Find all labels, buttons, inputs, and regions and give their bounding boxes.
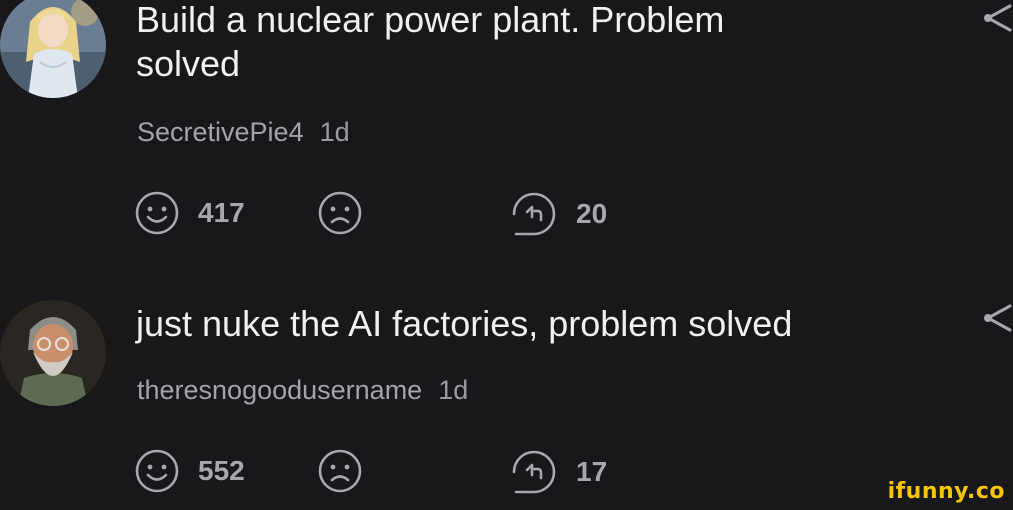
dislike-button[interactable] — [317, 190, 363, 236]
smile-icon — [135, 191, 179, 235]
like-button[interactable]: 552 — [134, 448, 245, 494]
comment-meta: SecretivePie4 1d — [137, 117, 350, 148]
like-count: 552 — [198, 455, 245, 486]
reply-button[interactable]: 17 — [510, 448, 607, 496]
comment-meta: theresnogoodusername 1d — [137, 375, 468, 406]
like-count: 417 — [198, 197, 245, 228]
frown-icon — [318, 449, 362, 493]
comment-actions: 552 17 — [134, 448, 654, 498]
username[interactable]: SecretivePie4 — [137, 117, 304, 147]
reply-icon — [512, 450, 556, 494]
reply-count: 17 — [576, 456, 608, 487]
reply-icon — [512, 192, 556, 236]
timestamp: 1d — [438, 375, 469, 405]
avatar[interactable] — [0, 0, 106, 98]
frown-icon — [318, 191, 362, 235]
timestamp: 1d — [319, 117, 350, 147]
ifunny-watermark: ifunny.co — [887, 479, 1005, 504]
comment-text: Build a nuclear power plant. Problem sol… — [136, 0, 725, 84]
share-icon — [984, 4, 1012, 32]
like-button[interactable]: 417 — [134, 190, 245, 236]
dislike-button[interactable] — [317, 448, 363, 494]
smile-icon — [135, 449, 179, 493]
share-icon — [984, 304, 1012, 332]
reply-button[interactable]: 20 — [510, 190, 607, 238]
share-button[interactable] — [982, 300, 1013, 340]
comment-actions: 417 20 — [134, 190, 654, 240]
username[interactable]: theresnogoodusername — [137, 375, 422, 405]
reply-count: 20 — [576, 198, 608, 229]
anime-girl-avatar-icon — [0, 0, 106, 98]
bearded-man-avatar-icon — [0, 300, 106, 406]
comment-text: just nuke the AI factories, problem solv… — [136, 303, 793, 344]
avatar[interactable] — [0, 300, 106, 406]
share-button[interactable] — [982, 0, 1013, 40]
